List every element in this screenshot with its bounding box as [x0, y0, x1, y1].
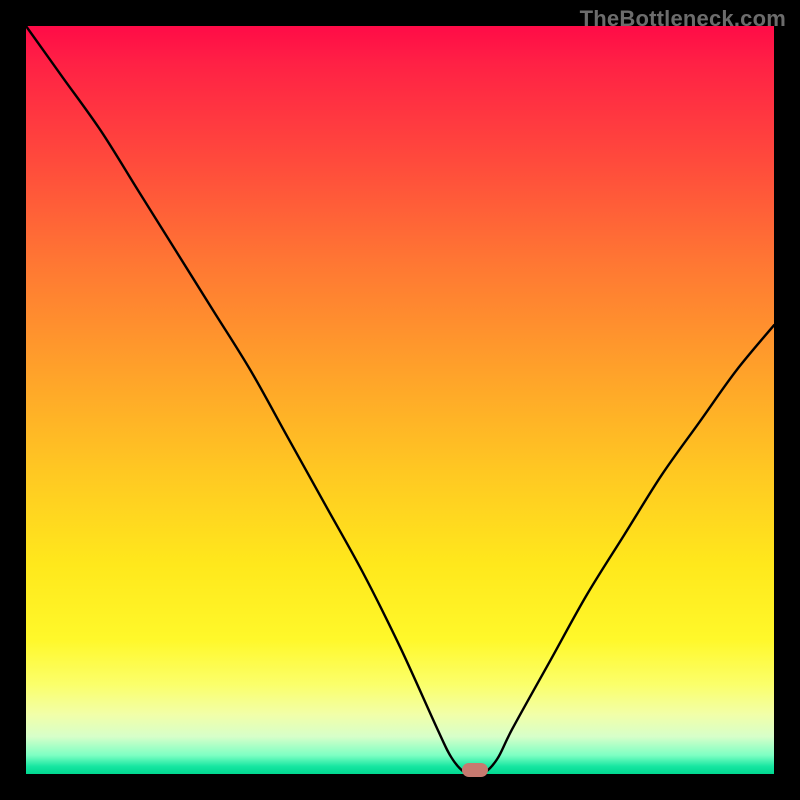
- optimal-marker: [462, 763, 488, 777]
- bottleneck-curve: [26, 26, 774, 774]
- plot-area: [26, 26, 774, 774]
- curve-path: [26, 26, 774, 774]
- chart-frame: TheBottleneck.com: [0, 0, 800, 800]
- watermark-text: TheBottleneck.com: [580, 6, 786, 32]
